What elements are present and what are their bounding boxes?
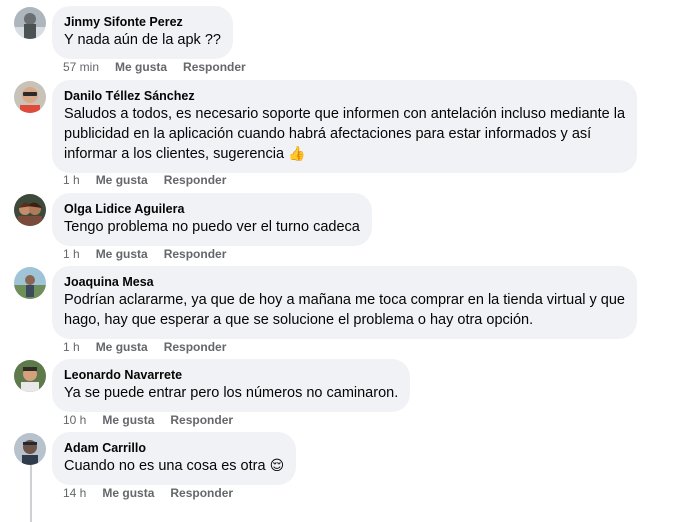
comment-bubble: Jinmy Sifonte Perez Y nada aún de la apk… <box>52 6 233 59</box>
comment-author[interactable]: Adam Carrillo <box>64 440 284 456</box>
comment-author[interactable]: Danilo Téllez Sánchez <box>64 88 625 104</box>
thumbs-up-emoji-icon: 👍 <box>288 146 306 162</box>
avatar[interactable] <box>14 433 46 465</box>
comment-bubble: Joaquina Mesa Podrían aclararme, ya que … <box>52 266 637 339</box>
comment-text: Tengo problema no puedo ver el turno cad… <box>64 219 360 235</box>
comment-text: Podrían aclararme, ya que de hoy a mañan… <box>64 292 625 328</box>
reply-thread-line <box>30 462 32 522</box>
avatar[interactable] <box>14 267 46 299</box>
comment-author[interactable]: Olga Lidice Aguilera <box>64 201 360 217</box>
comment-bubble: Danilo Téllez Sánchez Saludos a todos, e… <box>52 80 638 173</box>
comment-author[interactable]: Leonardo Navarrete <box>64 367 398 383</box>
comment-time[interactable]: 1 h <box>63 247 80 261</box>
comment-time[interactable]: 14 h <box>63 486 86 500</box>
comment-time[interactable]: 57 min <box>63 60 99 74</box>
avatar[interactable] <box>14 194 46 226</box>
reply-button[interactable]: Responder <box>183 60 246 74</box>
comment-text: Cuando no es una cosa es otra 😌 <box>64 456 284 476</box>
comment-meta: 14 h Me gusta Responder <box>63 485 249 501</box>
comment-time[interactable]: 1 h <box>63 173 80 187</box>
comment-meta: 57 min Me gusta Responder <box>63 59 262 75</box>
reply-button[interactable]: Responder <box>164 340 227 354</box>
comment-time[interactable]: 10 h <box>63 413 86 427</box>
comment-meta: 1 h Me gusta Responder <box>63 172 242 188</box>
comment-meta: 10 h Me gusta Responder <box>63 412 249 428</box>
comment-time[interactable]: 1 h <box>63 340 80 354</box>
comment-bubble: Adam Carrillo Cuando no es una cosa es o… <box>52 432 297 485</box>
comment-bubble: Olga Lidice Aguilera Tengo problema no p… <box>52 193 372 246</box>
like-button[interactable]: Me gusta <box>96 247 148 261</box>
reply-button[interactable]: Responder <box>164 173 227 187</box>
comment-author[interactable]: Jinmy Sifonte Perez <box>64 14 221 30</box>
reply-button[interactable]: Responder <box>164 247 227 261</box>
like-button[interactable]: Me gusta <box>102 486 154 500</box>
comment-text-content: Saludos a todos, es necesario soporte qu… <box>64 106 626 162</box>
comment-meta: 1 h Me gusta Responder <box>63 339 242 355</box>
like-button[interactable]: Me gusta <box>96 340 148 354</box>
comment-bubble: Leonardo Navarrete Ya se puede entrar pe… <box>52 359 411 412</box>
like-button[interactable]: Me gusta <box>96 173 148 187</box>
avatar[interactable] <box>14 81 46 113</box>
comment-author[interactable]: Joaquina Mesa <box>64 274 625 290</box>
avatar[interactable] <box>14 360 46 392</box>
reply-button[interactable]: Responder <box>170 413 233 427</box>
comment-text-content: Cuando no es una cosa es otra <box>64 458 266 474</box>
comment-text: Y nada aún de la apk ?? <box>64 32 221 48</box>
reply-button[interactable]: Responder <box>170 486 233 500</box>
comment-text: Ya se puede entrar pero los números no c… <box>64 385 399 401</box>
like-button[interactable]: Me gusta <box>115 60 167 74</box>
like-button[interactable]: Me gusta <box>102 413 154 427</box>
comment-meta: 1 h Me gusta Responder <box>63 246 242 262</box>
relieved-face-emoji-icon: 😌 <box>269 458 285 474</box>
comment-text: Saludos a todos, es necesario soporte qu… <box>64 104 625 164</box>
avatar[interactable] <box>14 7 46 39</box>
